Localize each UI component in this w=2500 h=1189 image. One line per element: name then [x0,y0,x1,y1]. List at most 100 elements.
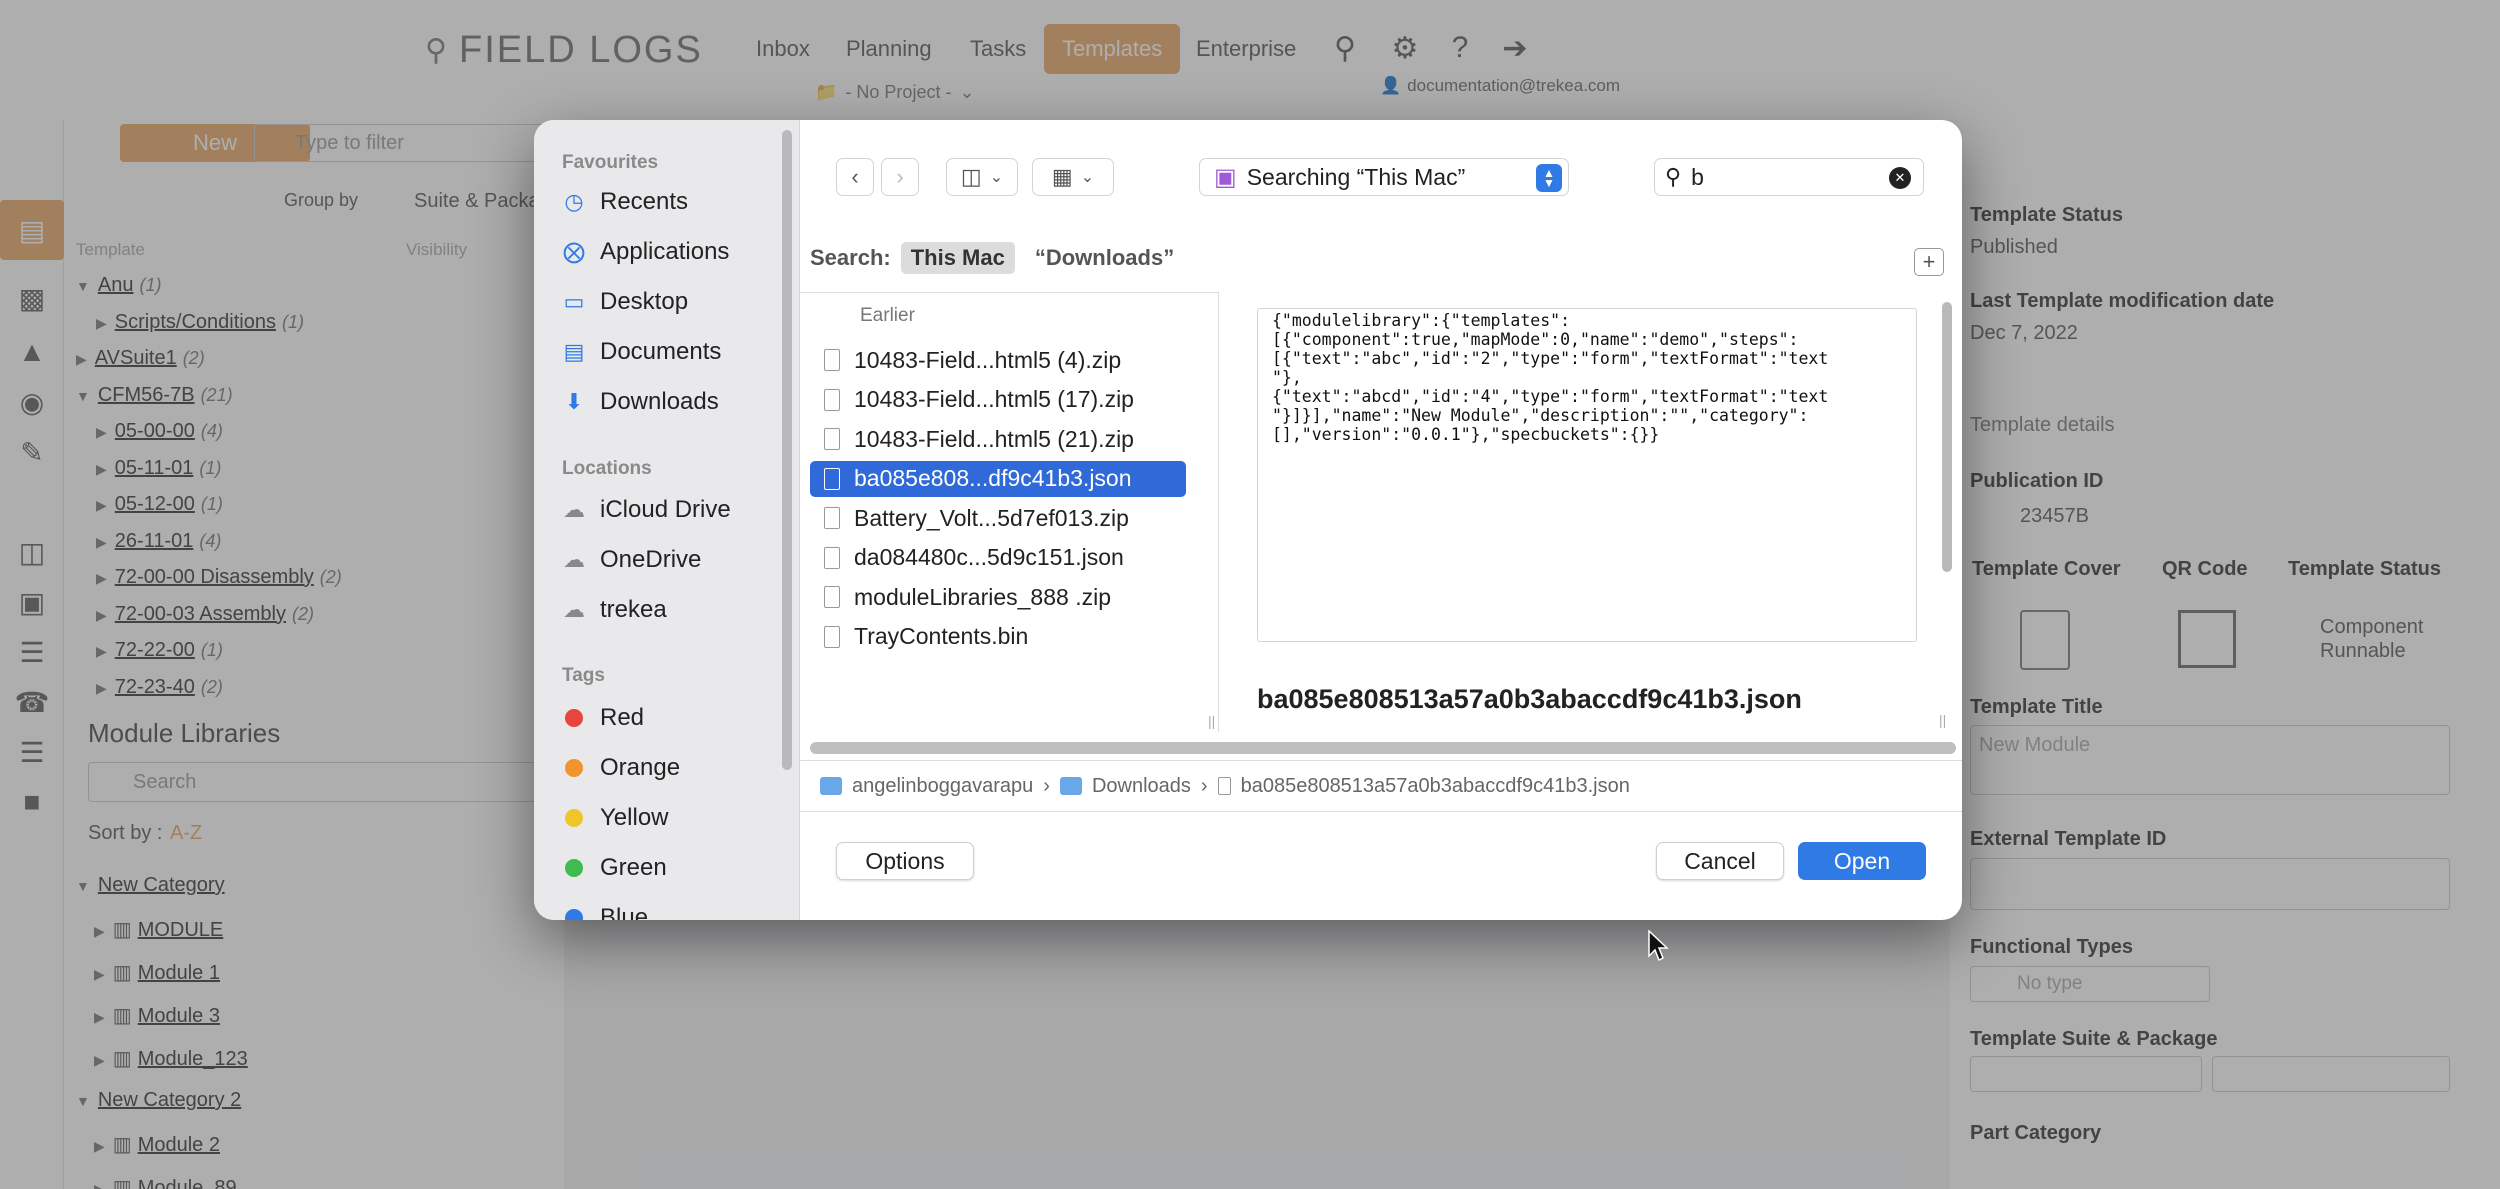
file-name: Battery_Volt...5d7ef013.zip [854,504,1129,531]
group-button[interactable]: ▦ ⌄ [1032,158,1114,196]
location-popup[interactable]: ▣ Searching “This Mac” ▲ ▼ [1199,158,1569,196]
folder-search-icon: ▣ [1214,163,1237,191]
add-search-criteria-button[interactable]: + [1914,248,1944,276]
file-icon [824,388,840,411]
tag-blue[interactable]: Blue [562,898,648,920]
locations-header: Locations [562,458,652,479]
chevron-right-icon: › [1043,774,1050,797]
tag-dot-icon [565,809,583,827]
preview-filename: ba085e808513a57a0b3abaccdf9c41b3.json [1257,684,1802,714]
path-home[interactable]: angelinboggavarapu [852,775,1033,798]
file-icon [1217,777,1231,795]
sidebar-item-downloads[interactable]: ⬇ Downloads [562,382,719,422]
tag-dot-icon [565,909,583,920]
sidebar-item-applications[interactable]: ⨂ Applications [562,232,729,272]
search-field[interactable]: ⚲ b ✕ [1654,158,1924,196]
view-columns-button[interactable]: ◫ ⌄ [946,158,1018,196]
chevron-down-icon: ⌄ [1080,169,1095,186]
sidebar-item-label: Applications [600,238,730,265]
clock-icon: ◷ [564,189,584,214]
document-icon: ▤ [563,339,585,364]
file-row[interactable]: TrayContents.bin [810,619,1186,655]
path-file[interactable]: ba085e808513a57a0b3abaccdf9c41b3.json [1241,775,1630,798]
desktop-icon: ▭ [563,289,585,314]
download-icon: ⬇ [564,389,584,414]
open-button[interactable]: Open [1798,842,1926,880]
sidebar-item-recents[interactable]: ◷ Recents [562,182,688,222]
tag-yellow[interactable]: Yellow [562,798,669,838]
cloud-icon: ☁ [563,597,585,622]
file-row[interactable]: moduleLibraries_888 .zip [810,579,1186,615]
sidebar-item-desktop[interactable]: ▭ Desktop [562,282,688,322]
file-row[interactable]: ba085e808...df9c41b3.json [810,460,1186,497]
file-row[interactable]: 10483-Field...html5 (17).zip [810,382,1186,418]
sidebar-item-icloud-drive[interactable]: ☁ iCloud Drive [562,490,731,530]
file-open-dialog: Favourites ◷ Recents ⨂ Applications ▭ Desktop… [534,120,1962,920]
options-button[interactable]: Options [836,842,974,880]
tags-header: Tags [562,665,605,686]
cancel-button[interactable]: Cancel [1656,842,1784,880]
preview-scrollbar[interactable] [1942,302,1952,572]
plus-icon: + [1922,249,1936,274]
file-row[interactable]: 10483-Field...html5 (21).zip [810,421,1186,457]
file-name: moduleLibraries_888 .zip [854,583,1111,610]
tag-label: Red [600,704,645,731]
tag-label: Orange [600,754,681,781]
cloud-icon: ☁ [563,497,585,522]
sidebar-scrollbar[interactable] [782,130,792,770]
sidebar-item-trekea[interactable]: ☁ trekea [562,590,667,630]
clear-search-icon[interactable]: ✕ [1889,167,1911,189]
tag-dot-icon [565,759,583,777]
file-icon [824,428,840,450]
scope-this-mac[interactable]: This Mac [900,242,1015,274]
chevron-right-icon: › [896,164,904,189]
chevron-right-icon: › [1200,774,1208,797]
file-name: 10483-Field...html5 (17).zip [854,386,1134,412]
file-icon [824,586,840,608]
file-icon [824,625,840,648]
search-scope-label: Search: [810,245,891,270]
search-input[interactable]: b [1691,164,1704,191]
sidebar-item-label: OneDrive [600,546,702,573]
json-preview-scroll [1917,308,1918,642]
back-button[interactable]: ‹ [836,158,874,196]
file-list: Earlier 10483-Field...html5 (4).zip 10483… [800,292,1218,732]
home-folder-icon [820,777,842,795]
file-row[interactable]: da084480c...5d9c151.json [810,540,1186,576]
list-group-header: Earlier [860,305,915,326]
scope-downloads[interactable]: “Downloads” [1025,242,1184,274]
file-row[interactable]: 10483-Field...html5 (4).zip [810,342,1186,378]
tag-green[interactable]: Green [562,848,667,888]
forward-button[interactable]: › [881,158,919,196]
tag-label: Blue [600,904,649,920]
tag-orange[interactable]: Orange [562,748,680,788]
sidebar-item-onedrive[interactable]: ☁ OneDrive [562,540,701,580]
search-icon: ⚲ [1665,164,1682,189]
tag-dot-icon [565,859,583,877]
tag-red[interactable]: Red [562,698,644,738]
path-downloads[interactable]: Downloads [1092,775,1191,798]
applications-icon: ⨂ [563,239,585,264]
json-preview: {"modulelibrary":{"templates": [{"compon… [1257,308,1917,642]
file-row[interactable]: Battery_Volt...5d7ef013.zip [810,500,1186,536]
folder-icon [1059,777,1082,795]
file-icon [824,507,840,529]
chevron-left-icon: ‹ [851,164,859,189]
grid-icon: ▦ [1051,164,1073,189]
file-name: TrayContents.bin [854,623,1029,649]
file-icon [824,546,840,569]
path-bar: angelinboggavarapu › Downloads › ba085e8… [800,760,1962,812]
sidebar-item-label: trekea [600,596,667,623]
horizontal-scrollbar[interactable] [810,742,1956,754]
sidebar-item-label: iCloud Drive [600,496,731,523]
sidebar-item-documents[interactable]: ▤ Documents [562,332,722,372]
cloud-icon: ☁ [563,547,585,572]
column-resize-handle[interactable]: || [1208,713,1215,729]
dialog-sidebar: Favourites ◷ Recents ⨂ Applications ▭ Desktop… [534,120,800,920]
favourites-header: Favourites [562,152,659,173]
column-resize-handle[interactable]: || [1939,712,1946,728]
sidebar-item-label: Downloads [600,388,719,415]
app-window: ⚲ FIELD LOGS Inbox Planning Tasks Templa… [0,0,2500,1189]
sidebar-item-label: Desktop [600,288,689,315]
sidebar-item-label: Documents [600,338,722,365]
